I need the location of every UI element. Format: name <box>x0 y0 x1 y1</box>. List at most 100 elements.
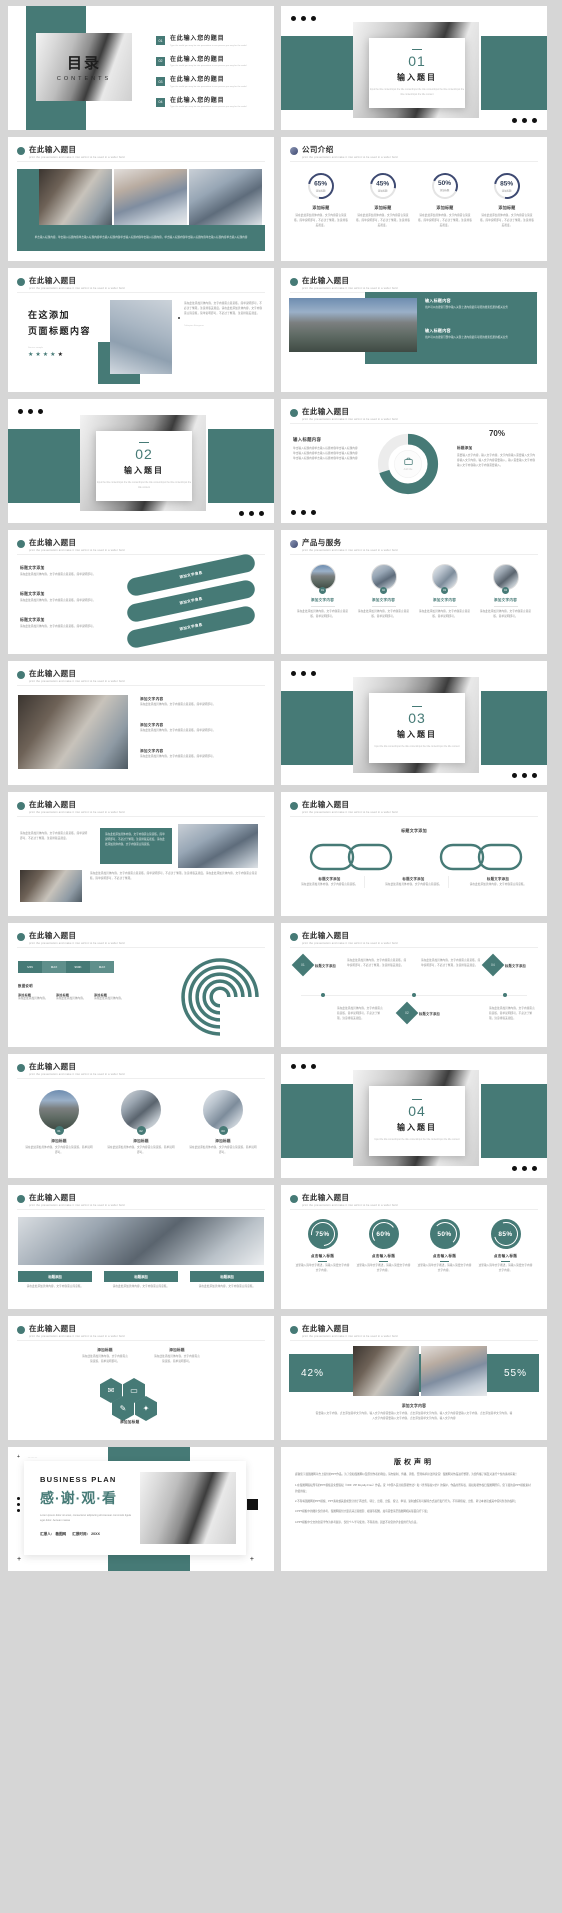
spiral-chart-svg <box>181 958 259 1036</box>
tag-item[interactable]: 标题添加 请在此处添加具体内容，文字内容需言简意赅。 <box>18 1271 92 1290</box>
slide-donut-70[interactable]: 在此输入题目 print the presentation and make i… <box>281 399 547 523</box>
circle-item[interactable]: 01 添加标题 请在此处添加具体内容，文字内容需言简意赅，简单说明即可。 <box>24 1090 94 1156</box>
accent-block-right <box>481 691 547 765</box>
slide-spiral-chart[interactable]: 在此输入题目 print the presentation and make i… <box>8 923 274 1047</box>
slide-photo-list[interactable]: 在此输入题目 print the presentation and make i… <box>8 661 274 785</box>
top-right-body: 请在此处添加具体内容，文字内容需言简意赅，简单说明即可。 <box>154 1355 200 1363</box>
slide-product-services[interactable]: 产品与服务 print the presentation and make it… <box>281 530 547 654</box>
service-item[interactable]: 01 添加文字内容 请在此处添加具体内容，文字内容需言简意赅，简单说明即可。 <box>295 564 350 620</box>
arc-icon <box>369 1220 398 1248</box>
slide-hexagon-diagram[interactable]: 在此输入题目 print the presentation and make i… <box>8 1316 274 1440</box>
dots-decor <box>291 671 316 676</box>
edit-icon[interactable]: ✎ <box>112 1396 134 1421</box>
stat-item[interactable]: 50% 添加标题 添加标题 请在此处添加具体内容，文字内容需言简意赅，简单说明即… <box>417 169 473 229</box>
circle-item[interactable]: 02 添加标题 请在此处添加具体内容，文字内容需言简意赅，简单说明即可。 <box>106 1090 176 1156</box>
service-number: 03 <box>441 587 448 594</box>
node-number: 04 <box>491 963 495 967</box>
node[interactable]: 01 标题文字添加 <box>291 953 343 977</box>
node-number: 01 <box>301 963 305 967</box>
slide-section-cover-03[interactable]: 03 输入题目 Input the title contentInput the… <box>281 661 547 785</box>
dots-decor <box>291 1064 316 1069</box>
tag-item[interactable]: 标题添加 请在此处添加具体内容，文字内容需言简意赅。 <box>190 1271 264 1290</box>
item-photo <box>39 1090 79 1130</box>
card[interactable]: 标题文字添加 请在此处添加具体内容，文字内容需言简意赅。 <box>379 876 449 888</box>
accent-block-right <box>481 36 547 110</box>
stat-label: 添加标题 <box>374 205 392 210</box>
list-item[interactable]: 02 在此输入您的题目 Type the world you may be in… <box>156 56 246 67</box>
slide-two-percent-photos[interactable]: 在此输入题目 print the presentation and make i… <box>281 1316 547 1440</box>
stat-item[interactable]: 60% 点击输入标题 这里输入简单文字概述，请输入简要文字内容文字内容。 <box>356 1219 411 1274</box>
slide-company-intro[interactable]: 公司介绍 print the presentation and make it … <box>281 137 547 261</box>
slide-deck: 目录 CONTENTS 01 在此输入您的题目 Type the world y… <box>0 0 562 1577</box>
divider <box>17 1209 265 1210</box>
stat-item[interactable]: 45% 添加标题 添加标题 请在此处添加具体内容，文字内容需言简意赅，简单说明即… <box>355 167 411 229</box>
stat-body: 请在此处添加具体内容，文字内容需言简意赅，简单说明即可，不必过于繁琐，注意排版美… <box>418 214 472 227</box>
tag-item[interactable]: 标题添加 请在此处添加具体内容，文字内容需言简意赅。 <box>104 1271 178 1290</box>
slide-thank-you[interactable]: BUSINESS PLAN 感·谢·观·看 Lorem ipsum dolor … <box>8 1447 274 1571</box>
divider <box>17 685 265 686</box>
stat-unit: 添加标题 <box>316 189 326 193</box>
chain-icon <box>309 843 523 871</box>
slide-subtitle: print the presentation and make it into … <box>302 1335 398 1338</box>
slide-page-title-stars[interactable]: 在此输入题目 print the presentation and make i… <box>8 268 274 392</box>
circle-item[interactable]: 03 添加标题 请在此处添加具体内容，文字内容需言简意赅，简单说明即可。 <box>188 1090 258 1156</box>
contents-heading-cn: 目录 <box>66 55 101 72</box>
tab-max2[interactable]: MAX <box>90 961 114 973</box>
slide-contents[interactable]: 目录 CONTENTS 01 在此输入您的题目 Type the world y… <box>8 6 274 130</box>
slide-title: 在此输入题目 <box>29 800 77 809</box>
stat-body: 这里输入简单文字概述，请输入简要文字内容文字内容。 <box>295 1264 350 1273</box>
slide-laptop-tags[interactable]: 在此输入题目 print the presentation and make i… <box>8 1185 274 1309</box>
divider <box>412 706 422 708</box>
slide-title: 在此输入题目 <box>302 407 350 416</box>
card-heading: 标题文字添加 <box>486 877 510 881</box>
stat-item[interactable]: 85% 添加标题 添加标题 请在此处添加具体内容，文字内容需言简意赅，简单说明即… <box>479 167 535 229</box>
node[interactable]: 02 标题文字添加 <box>395 1001 447 1025</box>
cover-card: 04 输入题目 Input the title contentInput the… <box>369 1086 465 1156</box>
slide-subtitle: print the presentation and make it into … <box>302 287 398 290</box>
stat-item[interactable]: 65% 添加标题 添加标题 请在此处添加具体内容，文字内容需言简意赅，简单说明即… <box>293 167 349 229</box>
slide-city-blocks[interactable]: 在此输入题目 print the presentation and make i… <box>281 268 547 392</box>
slide-three-ribbons[interactable]: 在此输入题目 print the presentation and make i… <box>8 530 274 654</box>
slide-copyright[interactable]: 版权声明 感谢您下载薇图网平台上提供的PPT作品，为了您和薇图网以及原创作者的利… <box>281 1447 547 1571</box>
list-item[interactable]: 03 在此输入您的题目 Type the world you may be in… <box>156 77 246 88</box>
slide-chain-links[interactable]: 在此输入题目 print the presentation and make i… <box>281 792 547 916</box>
tab-max[interactable]: MAX <box>42 961 66 973</box>
stat-label: 点击输入标题 <box>371 1254 396 1258</box>
item-note: Type the world you may be into persontio… <box>170 106 247 109</box>
service-label: 添加文字内容 <box>493 598 518 602</box>
tab-value[interactable]: 999K <box>66 961 90 973</box>
lightbulb-icon[interactable]: ✦ <box>135 1396 157 1421</box>
footer-left: 汇报人： 薇图网 <box>40 1531 67 1536</box>
slide-three-photos[interactable]: 在此输入题目 print the presentation and make i… <box>8 137 274 261</box>
slide-diamond-timeline[interactable]: 在此输入题目 print the presentation and make i… <box>281 923 547 1047</box>
stat-item[interactable]: 75% 点击输入标题 这里输入简单文字概述，请输入简要文字内容文字内容。 <box>295 1217 350 1274</box>
slide-photo-text-columns[interactable]: 在此输入题目 print the presentation and make i… <box>8 792 274 916</box>
list-item[interactable]: 04 在此输入您的题目 Type the world you may be in… <box>156 97 247 109</box>
service-item[interactable]: 03 添加文字内容 请在此处添加具体内容，文字内容需言简意赅，简单说明即可。 <box>417 564 472 620</box>
slide-header: 在此输入题目 print the presentation and make i… <box>290 1193 398 1207</box>
card[interactable]: 标题文字添加 请在此处添加具体内容，文字内容需言简意赅。 <box>463 876 533 888</box>
list-item[interactable]: 01 在此输入您的题目 Type the world you may be in… <box>156 36 246 47</box>
percent-circle: 50% <box>429 1219 460 1249</box>
divider <box>17 292 265 293</box>
slide-section-cover-04[interactable]: 04 输入题目 Input the title contentInput the… <box>281 1054 547 1178</box>
slide-section-cover-02[interactable]: 02 输入题目 Input the title contentInput the… <box>8 399 274 523</box>
bullet-dot-icon <box>17 1195 25 1203</box>
tab-min[interactable]: MIN <box>18 961 42 973</box>
slide-section-cover-01[interactable]: 01 输入题目 Input the title contentInput the… <box>281 6 547 130</box>
headline-group: 在这添加 页面标题内容 Service sample ★ ★ ★ ★ ★ <box>28 308 91 358</box>
side-body: 请在此处添加具体内容，文字内容需言简意赅，简单说明即可，不必过于繁琐，注意排版美… <box>184 302 263 315</box>
star-rating[interactable]: ★ ★ ★ ★ ★ <box>28 352 91 358</box>
photo <box>353 1346 419 1396</box>
slide-three-circle-photos[interactable]: 在此输入题目 print the presentation and make i… <box>8 1054 274 1178</box>
stat-item[interactable]: 50% 点击输入标题 这里输入简单文字概述，请输入简要文字内容文字内容。 <box>417 1219 472 1274</box>
service-item[interactable]: 04 添加文字内容 请在此处添加具体内容，文字内容需言简意赅，简单说明即可。 <box>478 564 533 620</box>
section-desc: Input the title contentInput the title c… <box>374 1139 460 1142</box>
slide-teal-percent-circles[interactable]: 在此输入题目 print the presentation and make i… <box>281 1185 547 1309</box>
stat-item[interactable]: 85% 点击输入标题 这里输入简单文字概述，请输入简要文字内容文字内容。 <box>478 1217 533 1274</box>
node[interactable]: 标题文字添加 04 <box>481 953 533 977</box>
card[interactable]: 标题文字添加 请在此处添加具体内容，文字内容需言简意赅。 <box>295 876 365 888</box>
service-item[interactable]: 02 添加文字内容 请在此处添加具体内容，文字内容需言简意赅，简单说明即可。 <box>356 564 411 620</box>
bullet-dot-icon <box>17 540 25 548</box>
slide-subtitle: print the presentation and make it into … <box>29 287 125 290</box>
